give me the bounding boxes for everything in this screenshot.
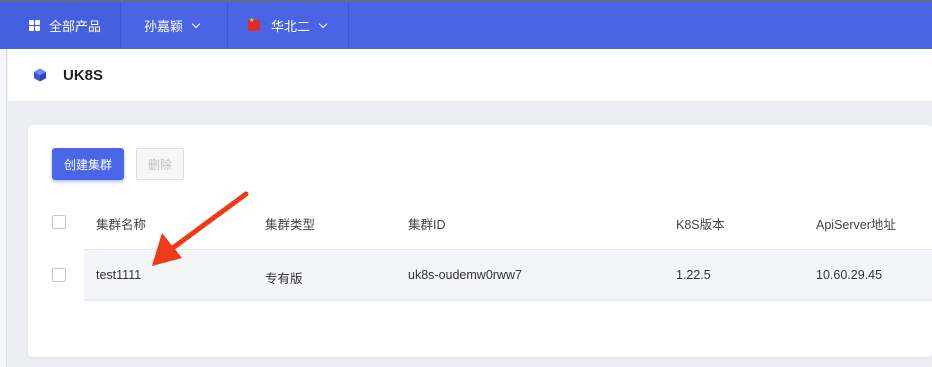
column-header-apiserver[interactable]: ApiServer地址 [816, 214, 896, 233]
user-name: 孙嘉颖 [144, 19, 184, 34]
chevron-down-icon [318, 19, 328, 28]
cell-cluster-name[interactable]: test1111 [96, 268, 141, 282]
column-header-id[interactable]: 集群ID [408, 214, 446, 233]
cell-k8s-version: 1.22.5 [676, 268, 711, 282]
cluster-list-card: 创建集群 删除 集群名称 集群类型 集群ID K8S版本 ApiServer地址… [28, 125, 932, 357]
page-header: UK8S [8, 49, 932, 101]
cell-cluster-type: 专有版 [265, 272, 303, 286]
column-header-name[interactable]: 集群名称 [96, 214, 146, 233]
uk8s-cube-icon [34, 68, 46, 82]
column-header-version[interactable]: K8S版本 [676, 214, 725, 233]
all-products-label: 全部产品 [49, 19, 102, 34]
side-panel-edge [0, 49, 7, 367]
delete-button[interactable]: 删除 [136, 148, 184, 180]
china-flag-icon [248, 18, 260, 31]
top-nav-bar: 全部产品 孙嘉颖 华北二 [0, 0, 932, 49]
all-products-menu[interactable]: 全部产品 [0, 2, 120, 49]
user-dropdown[interactable]: 孙嘉颖 [121, 2, 227, 49]
create-cluster-button[interactable]: 创建集群 [52, 148, 124, 180]
column-header-type[interactable]: 集群类型 [265, 214, 315, 233]
row-checkbox[interactable] [52, 268, 66, 282]
region-dropdown[interactable]: 华北二 [228, 2, 348, 49]
nav-divider [348, 2, 349, 49]
grid-icon [29, 20, 40, 31]
select-all-checkbox[interactable] [52, 215, 66, 229]
region-name: 华北二 [271, 19, 311, 34]
cell-apiserver-address: 10.60.29.45 [816, 268, 883, 282]
chevron-down-icon [191, 19, 201, 28]
cell-cluster-id: uk8s-oudemw0rww7 [408, 268, 522, 282]
page-title: UK8S [63, 66, 104, 84]
